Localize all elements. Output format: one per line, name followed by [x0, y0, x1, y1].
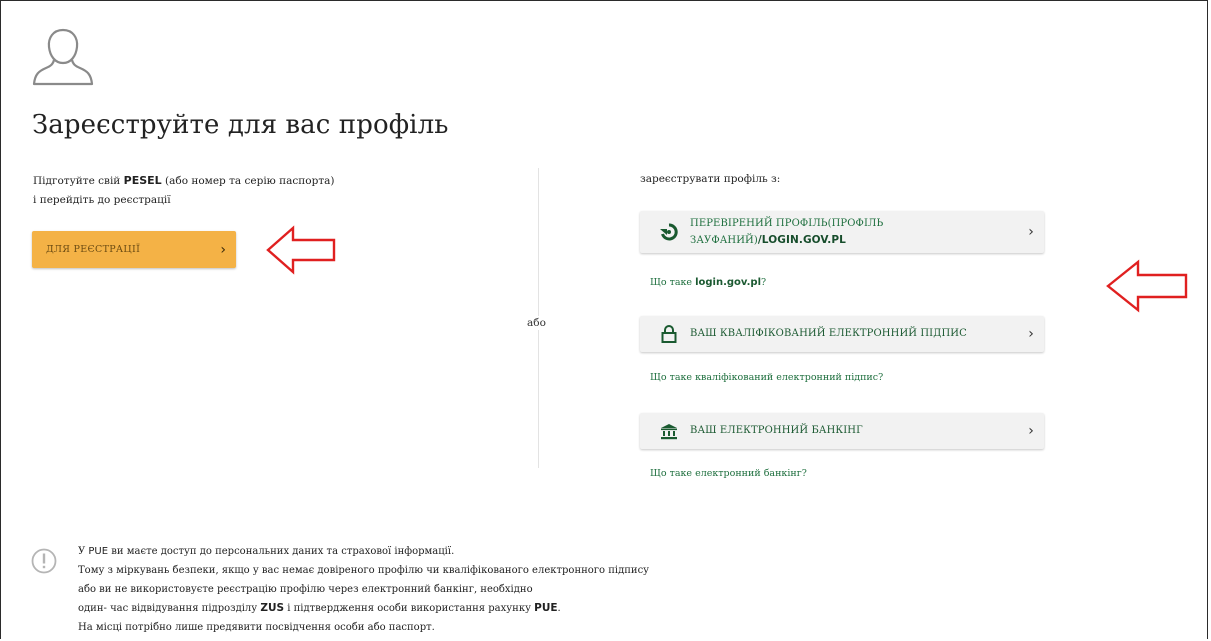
what-is-qualified-signature-link[interactable]: Що таке кваліфікований електронний підпи… — [650, 372, 883, 383]
register-button[interactable]: ДЛЯ РЕЄСТРАЦІЇ › — [32, 231, 236, 268]
instruction-text: (або номер та серію паспорта) — [161, 175, 335, 187]
link-text: Що таке — [650, 277, 696, 288]
chevron-right-icon: › — [1028, 423, 1034, 439]
option-trusted-profile-label: ПЕРЕВІРЕНИЙ ПРОФІЛЬ(ПРОФІЛЬ ЗАУФАНИЙ)/LO… — [690, 216, 1018, 249]
zus-label: ZUS — [260, 602, 285, 614]
instruction-line-1: Підготуйте свій PESEL (або номер та сері… — [33, 171, 335, 191]
bank-icon — [648, 423, 690, 440]
instruction-text: Підготуйте свій — [33, 175, 124, 187]
security-info: У PUE ви маєте доступ до персональних да… — [78, 542, 649, 637]
info-text: У — [78, 546, 89, 557]
user-avatar-icon — [32, 28, 94, 86]
pue-label: PUE — [88, 546, 109, 557]
info-text: один- час відвідування підрозділу — [78, 603, 261, 614]
link-text: ? — [761, 277, 767, 288]
preparation-instructions: Підготуйте свій PESEL (або номер та сері… — [33, 171, 335, 210]
link-text: ? — [801, 468, 807, 479]
red-arrow-left-icon — [1106, 259, 1188, 313]
login-gov-icon — [648, 223, 690, 241]
red-arrow-left-icon — [266, 225, 336, 275]
chevron-right-icon: › — [220, 241, 226, 258]
chevron-right-icon: › — [1028, 326, 1034, 342]
info-line: Тому з міркувань безпеки, якщо у вас нем… — [78, 565, 650, 576]
info-line: На місці потрібно лише предявити посвідч… — [78, 622, 435, 633]
info-text: . — [557, 603, 561, 614]
chevron-right-icon: › — [1028, 224, 1034, 240]
link-text: Що таке електронний банкінг — [650, 468, 802, 479]
instruction-line-2: і перейдіть до реєстрації — [33, 194, 171, 206]
option-qualified-signature[interactable]: ВАШ КВАЛІФІКОВАНИЙ ЕЛЕКТРОННИЙ ПІДПИС › — [640, 316, 1044, 352]
info-line: або ви не використовуєте реєстрацію проф… — [78, 584, 533, 595]
link-text: ? — [878, 372, 884, 383]
pesel-label: PESEL — [123, 174, 162, 187]
what-is-e-banking-link[interactable]: Що таке електронний банкінг? — [650, 468, 807, 479]
option-label-line: ПЕРЕВІРЕНИЙ ПРОФІЛЬ(ПРОФІЛЬ — [690, 217, 884, 229]
link-text: Що таке кваліфікований електронний підпи… — [650, 372, 879, 383]
info-text: ви маєте доступ до персональних даних та… — [108, 546, 455, 557]
register-with-heading: зареєструвати профіль з: — [640, 173, 781, 185]
option-e-banking-label: ВАШ ЕЛЕКТРОННИЙ БАНКІНГ — [690, 425, 863, 436]
option-label-text: ЗАУФАНИЙ) — [690, 234, 758, 246]
option-qualified-signature-label: ВАШ КВАЛІФІКОВАНИЙ ЕЛЕКТРОННИЙ ПІДПИС — [690, 328, 967, 339]
page-title: Зареєструйте для вас профіль — [32, 110, 449, 140]
what-is-login-gov-link[interactable]: Що таке login.gov.pl? — [650, 277, 766, 288]
register-button-label: ДЛЯ РЕЄСТРАЦІЇ — [46, 244, 141, 255]
link-bold-text: login.gov.pl — [695, 277, 762, 288]
option-label-line: ЗАУФАНИЙ)/LOGIN.GOV.PL — [690, 232, 1018, 249]
pue-label: PUE — [534, 602, 558, 614]
info-line: один- час відвідування підрозділу ZUS і … — [78, 599, 649, 618]
login-gov-label: /LOGIN.GOV.PL — [757, 233, 846, 246]
lock-icon — [648, 325, 690, 343]
or-separator: або — [524, 316, 549, 330]
option-trusted-profile[interactable]: ПЕРЕВІРЕНИЙ ПРОФІЛЬ(ПРОФІЛЬ ЗАУФАНИЙ)/LO… — [640, 211, 1044, 253]
option-e-banking[interactable]: ВАШ ЕЛЕКТРОННИЙ БАНКІНГ › — [640, 413, 1044, 449]
info-line: У PUE ви маєте доступ до персональних да… — [78, 542, 649, 561]
exclamation-icon — [31, 548, 57, 574]
info-text: і підтвердження особи використання рахун… — [284, 603, 535, 614]
